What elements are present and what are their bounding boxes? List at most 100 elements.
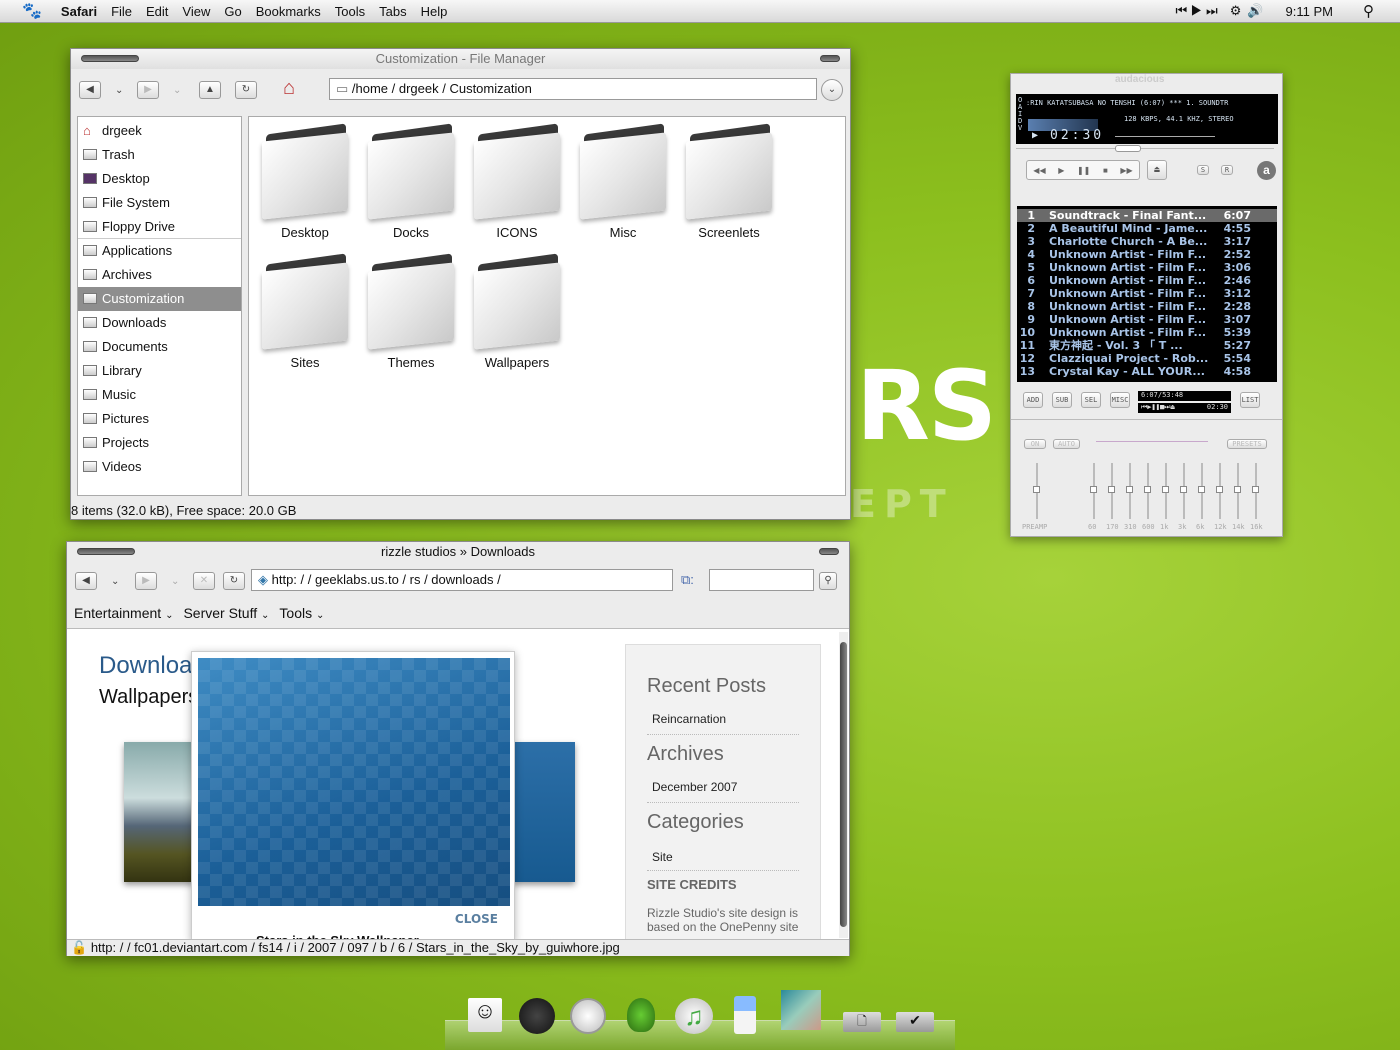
archive-link[interactable]: December 2007 [647,766,799,803]
folder-misc[interactable]: Misc [573,123,673,240]
playlist-list-button[interactable]: LIST [1240,392,1260,408]
dock-documents-stack[interactable]: 🗋 [843,1012,881,1032]
menu-bookmarks[interactable]: Bookmarks [249,4,328,19]
eject-button[interactable]: ⏏ [1147,160,1167,180]
menu-tabs[interactable]: Tabs [372,4,413,19]
sidebar-item-videos[interactable]: Videos [78,455,241,479]
eq-auto-button[interactable]: AUTO [1053,439,1080,449]
file-view[interactable]: Desktop Docks ICONS Misc Screenlets Site… [248,116,846,496]
clock[interactable]: 9:11 PM [1286,4,1333,19]
repeat-button[interactable]: R [1221,165,1233,175]
playlist-row[interactable]: 7 Unknown Artist - Film F... 3:12 [1017,287,1277,300]
forward-history-chevron[interactable]: ⌄ [173,85,181,96]
next-icon[interactable]: ▶▶ [1120,166,1132,175]
dock-applications-stack[interactable]: ✔ [896,1012,934,1032]
back-history-chevron[interactable]: ⌄ [111,576,119,587]
playlist-row[interactable]: 9 Unknown Artist - Film F... 3:07 [1017,313,1277,326]
stop-icon[interactable]: ■ [1103,166,1108,175]
eq-slider-knob[interactable] [1180,486,1187,493]
reload-button[interactable]: ↻ [235,81,257,99]
back-button[interactable]: ◀ [75,572,97,590]
playlist-row[interactable]: 11 東方神起 - Vol. 3 「 T ... 5:27 [1017,339,1277,352]
gear-icon[interactable]: ⚙ [1230,3,1242,19]
dock-ipod[interactable] [734,996,756,1034]
audacious-menu-icon[interactable]: a [1257,161,1276,180]
path-dropdown-button[interactable]: ⌄ [821,79,843,101]
sidebar-item-applications[interactable]: Applications [78,239,241,263]
folder-screenlets[interactable]: Screenlets [679,123,779,240]
menu-view[interactable]: View [175,4,217,19]
bookmark-entertainment[interactable]: Entertainment ⌄ [74,605,173,621]
folder-sites[interactable]: Sites [255,253,355,370]
sidebar-item-customization[interactable]: Customization [78,287,241,311]
eq-slider-knob[interactable] [1033,486,1040,493]
menu-help[interactable]: Help [414,4,455,19]
path-field[interactable]: ▭ /home / drgeek / Customization [329,78,817,100]
bookmark-tools[interactable]: Tools ⌄ [279,605,324,621]
sidebar-item-projects[interactable]: Projects [78,431,241,455]
playlist-row[interactable]: 3 Charlotte Church - A Be... 3:17 [1017,235,1277,248]
balance-slider[interactable] [1178,136,1214,137]
volume-icon[interactable]: 🔊 [1247,3,1263,19]
playlist-add-button[interactable]: ADD [1023,392,1043,408]
search-field[interactable] [709,569,814,591]
sidebar-item-floppy[interactable]: Floppy Drive [78,215,241,239]
dock-itunes[interactable]: ♫ [675,998,713,1034]
playlist-misc-button[interactable]: MISC [1110,392,1130,408]
playlist-sel-button[interactable]: SEL [1081,392,1101,408]
sidebar-item-drgeek[interactable]: ⌂ drgeek [78,119,241,143]
playlist-row[interactable]: 13 Crystal Kay - ALL YOUR... 4:58 [1017,365,1277,378]
forward-button[interactable]: ▶ [135,572,157,590]
shuffle-button[interactable]: S [1197,165,1209,175]
window-controls[interactable] [77,548,135,555]
folder-docks[interactable]: Docks [361,123,461,240]
playlist-row[interactable]: 10 Unknown Artist - Film F... 5:39 [1017,326,1277,339]
play-icon[interactable]: ▶ [1058,166,1064,175]
up-button[interactable]: ▲ [199,81,221,99]
playlist-row[interactable]: 6 Unknown Artist - Film F... 2:46 [1017,274,1277,287]
menu-tools[interactable]: Tools [328,4,372,19]
menu-file[interactable]: File [104,4,139,19]
dock-adium[interactable] [627,998,655,1032]
pause-icon[interactable]: ❚❚ [1077,166,1090,175]
playlist-row[interactable]: 5 Unknown Artist - Film F... 3:06 [1017,261,1277,274]
dock-safari[interactable] [570,998,606,1034]
time-display[interactable]: 02:30 [1050,128,1104,143]
collapse-button[interactable] [820,55,840,62]
folder-themes[interactable]: Themes [361,253,461,370]
eq-slider-knob[interactable] [1108,486,1115,493]
sidebar-item-downloads[interactable]: Downloads [78,311,241,335]
folder-wallpapers[interactable]: Wallpapers [467,253,567,370]
mini-transport[interactable]: ⏮▶❚❚■⏭⏏ 02:30 [1138,403,1231,413]
forward-button[interactable]: ▶ [137,81,159,99]
search-engine-icon[interactable]: ⧉: [681,572,694,588]
sidebar-item-pictures[interactable]: Pictures [78,407,241,431]
playlist-sub-button[interactable]: SUB [1052,392,1072,408]
playlist-row[interactable]: 12 Clazziquai Project - Rob... 5:54 [1017,352,1277,365]
menu-go[interactable]: Go [217,4,248,19]
eq-on-button[interactable]: ON [1024,439,1046,449]
url-field[interactable]: ◈ http: / / geeklabs.us.to / rs / downlo… [251,569,673,591]
spotlight-search-icon[interactable]: ⚲ [1363,2,1374,20]
eq-presets-button[interactable]: PRESETS [1227,439,1267,449]
playlist-row[interactable]: 8 Unknown Artist - Film F... 2:28 [1017,300,1277,313]
previous-icon[interactable]: ◀◀ [1033,166,1045,175]
recent-post-link[interactable]: Reincarnation [647,698,799,735]
file-manager-titlebar[interactable]: Customization - File Manager [71,49,850,69]
lightbox-close-button[interactable]: CLOSE [455,912,498,926]
category-link[interactable]: Site [647,834,799,871]
sidebar-item-trash[interactable]: Trash [78,143,241,167]
eq-slider-knob[interactable] [1198,486,1205,493]
collapse-button[interactable] [819,548,839,555]
dock-image-o-noes[interactable] [781,990,821,1030]
stop-button[interactable]: ✕ [193,572,215,590]
scrollbar-thumb[interactable] [840,642,847,927]
apple-paw-icon[interactable]: 🐾 [22,1,42,21]
wallpaper-thumb-left[interactable] [124,742,194,882]
eq-slider-knob[interactable] [1234,486,1241,493]
sidebar-item-archives[interactable]: Archives [78,263,241,287]
home-icon[interactable]: ⌂ [283,77,295,100]
eq-slider-knob[interactable] [1090,486,1097,493]
eq-slider-knob[interactable] [1126,486,1133,493]
search-button[interactable]: ⚲ [819,572,837,590]
